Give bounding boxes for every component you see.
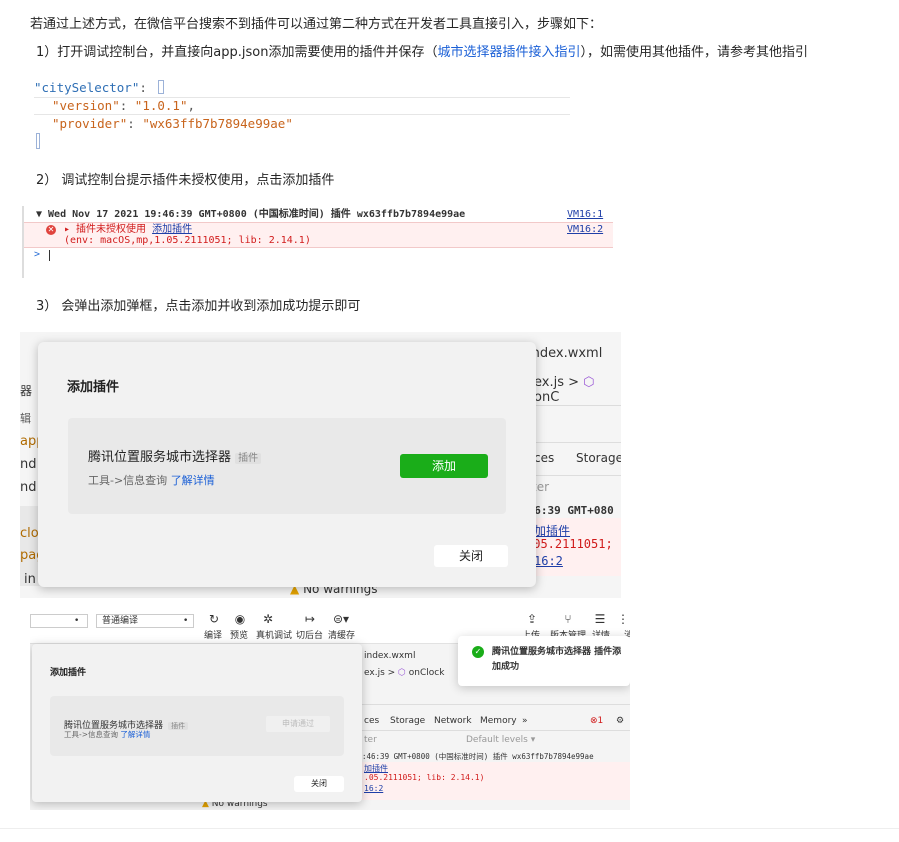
console-error-row: ✕ ▸ 插件未授权使用 添加插件 (env: macOS,mp,1.05.211…	[24, 223, 613, 247]
error-message: ▸ 插件未授权使用	[64, 224, 147, 235]
step3-text: 3） 会弹出添加弹框，点击添加并收到添加成功提示即可	[36, 299, 361, 314]
dialog-title: 添加插件	[67, 380, 120, 395]
step2-text: 2） 调试控制台提示插件未授权使用，点击添加插件	[36, 173, 335, 188]
plugin-tag-2: 插件	[168, 722, 189, 730]
plugin-card-2: 腾讯位置服务城市选择器 插件 工具->信息查询 了解详情 申请通过	[50, 696, 344, 756]
add-plugin-link[interactable]: 添加插件	[152, 224, 192, 235]
background-icon[interactable]: ↦	[298, 612, 322, 626]
console-log-header: ▼ Wed Nov 17 2021 19:46:39 GMT+0800 (中国标…	[36, 209, 466, 220]
toolbar-label-clear-cache: 清缓存	[328, 631, 356, 641]
toolbar-label-real-device: 真机调试	[256, 631, 293, 641]
plugin-tag: 插件	[235, 453, 262, 464]
clear-cache-icon[interactable]: ⊜▾	[326, 612, 356, 626]
settings-gear-icon[interactable]: ⚙	[616, 716, 624, 727]
success-check-icon: ✓	[472, 646, 484, 658]
plugin-name: 腾讯位置服务城市选择器	[88, 450, 232, 465]
plugin-category-2: 工具->信息查询	[64, 730, 118, 739]
add-plugin-dialog-2: 添加插件 腾讯位置服务城市选择器 插件 工具->信息查询 了解详情 申请通过 关…	[32, 644, 362, 802]
console-screenshot: ▼ Wed Nov 17 2021 19:46:39 GMT+0800 (中国标…	[22, 206, 613, 278]
console-caret[interactable]	[49, 250, 50, 261]
toolbar-label-preview: 预览	[230, 631, 249, 641]
add-plugin-dialog: 添加插件 腾讯位置服务城市选择器 插件 工具->信息查询 了解详情 添加 关闭	[38, 342, 536, 587]
plugin-category: 工具->信息查询	[88, 474, 168, 487]
added-plugin-screenshot: • 普通编译 • ↻ ◉ ✲ ↦ ⊜▾ 编译 预览 真机调试 切后台 清缓存 ⇪…	[30, 610, 630, 810]
error-icon: ✕	[46, 225, 56, 235]
error-env: (env: macOS,mp,1.05.2111051; lib: 2.14.1…	[64, 235, 311, 246]
code-line-2: "version": "1.0.1",	[52, 98, 196, 113]
step1-suffix: ），如需使用其他插件，请参考其他指引	[580, 45, 808, 60]
add-plugin-screenshot: 器 辑 app nd nd clou pag in index.wxml ex.…	[20, 332, 621, 598]
compile-icon[interactable]: ↻	[202, 612, 226, 626]
plugin-details-link[interactable]: 了解详情	[171, 474, 215, 487]
code-line-1: "citySelector":	[34, 79, 165, 97]
plugin-card: 腾讯位置服务城市选择器 插件 工具->信息查询 了解详情 添加	[68, 418, 506, 514]
bg-tab-index-wxml: index.wxml	[528, 346, 603, 361]
preview-icon[interactable]: ◉	[228, 612, 252, 626]
toast-line-1: 腾讯位置服务城市选择器 插件添	[492, 647, 622, 657]
compile-mode-select[interactable]: 普通编译 •	[96, 614, 194, 628]
vm-link-1[interactable]: VM16:1	[567, 209, 603, 221]
code-line-3: "provider": "wx63ffb7b7894e99ae"	[52, 116, 293, 131]
step1-prefix: 1）打开调试控制台，并直接向app.json添加需要使用的插件并保存（	[36, 45, 438, 60]
add-button[interactable]: 添加	[400, 454, 488, 478]
debug-icon[interactable]: ✲	[256, 612, 280, 626]
toolbar-label-compile: 编译	[204, 631, 223, 641]
messages-icon[interactable]: ⋮	[616, 612, 630, 626]
close-button[interactable]: 关闭	[434, 545, 508, 567]
applied-button: 申请通过	[266, 716, 330, 732]
success-toast: ✓ 腾讯位置服务城市选择器 插件添 加成功	[458, 636, 630, 686]
details-icon[interactable]: ☰	[588, 612, 612, 626]
code-block: "citySelector": "version": "1.0.1", "pro…	[34, 79, 570, 151]
toolbar-label-background: 切后台	[296, 631, 324, 641]
plugin-details-link-2[interactable]: 了解详情	[120, 730, 150, 739]
upload-icon[interactable]: ⇪	[520, 612, 544, 626]
toast-line-2: 加成功	[492, 662, 520, 672]
console-prompt: >	[34, 249, 41, 260]
intro-text: 若通过上述方式，在微信平台搜索不到插件可以通过第二种方式在开发者工具直接引入，步…	[30, 17, 603, 32]
step1-text: 1）打开调试控制台，并直接向app.json添加需要使用的插件并保存（城市选择器…	[36, 44, 808, 62]
close-button-2[interactable]: 关闭	[294, 776, 344, 792]
city-selector-guide-link[interactable]: 城市选择器插件接入指引	[437, 45, 580, 60]
brace-marker	[158, 80, 165, 94]
vm-link-2[interactable]: VM16:2	[567, 224, 603, 236]
error-count: ⊗1	[590, 716, 604, 726]
version-icon[interactable]: ⑂	[556, 612, 580, 626]
code-cursor	[36, 133, 40, 149]
dialog-title-2: 添加插件	[50, 668, 87, 678]
